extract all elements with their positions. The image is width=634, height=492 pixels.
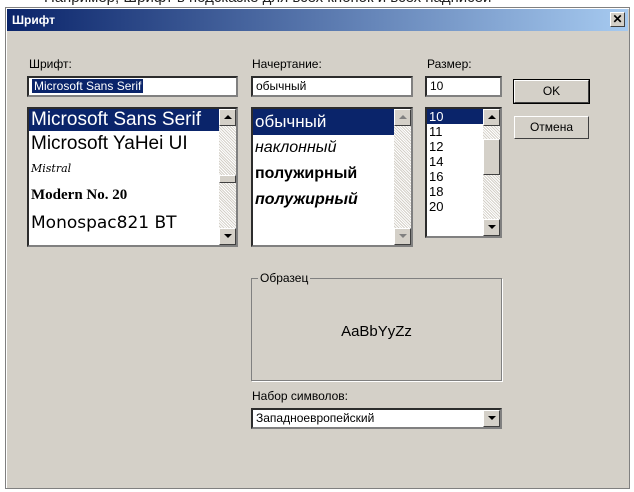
font-list-item[interactable]: Modern No. 20 — [29, 181, 219, 209]
font-name-value: Microsoft Sans Serif — [32, 79, 144, 93]
scroll-up-arrow-icon[interactable] — [483, 109, 500, 126]
scroll-up-arrow-icon[interactable] — [219, 109, 236, 126]
font-name-input[interactable]: Microsoft Sans Serif — [27, 76, 238, 97]
title-bar[interactable]: Шрифт ✕ — [7, 9, 628, 31]
scroll-down-arrow-icon[interactable] — [219, 228, 236, 245]
size-list-item[interactable]: 20 — [427, 199, 483, 214]
font-list[interactable]: Microsoft Sans Serif Microsoft YaHei UI … — [27, 107, 238, 247]
size-label: Размер: — [427, 57, 472, 71]
style-input[interactable]: обычный — [251, 76, 413, 97]
dropdown-arrow-icon[interactable] — [483, 410, 500, 427]
font-list-item[interactable]: Microsoft YaHei UI — [29, 131, 219, 157]
size-list-item[interactable]: 12 — [427, 139, 483, 154]
style-list-items: обычный наклонный полужирный полужирный — [253, 109, 394, 245]
sample-text: AaBbYyZz — [341, 323, 412, 340]
size-list-item[interactable]: 11 — [427, 124, 483, 139]
size-input[interactable]: 10 — [425, 76, 502, 97]
cancel-button[interactable]: Отмена — [514, 116, 589, 139]
font-list-scroll-thumb[interactable] — [219, 175, 236, 183]
font-dialog: Шрифт ✕ Шрифт: Microsoft Sans Serif Micr… — [5, 7, 630, 489]
font-label: Шрифт: — [29, 57, 72, 71]
font-list-item[interactable]: Mistral — [29, 157, 219, 181]
size-list-scroll-thumb[interactable] — [483, 139, 500, 175]
style-list-item[interactable]: наклонный — [253, 135, 394, 161]
style-list-item[interactable]: полужирный — [253, 187, 394, 213]
font-list-item[interactable]: Monospac821 BT — [29, 209, 219, 237]
dialog-title: Шрифт — [12, 13, 55, 27]
font-list-item[interactable]: Microsoft Sans Serif — [29, 109, 219, 131]
font-list-items: Microsoft Sans Serif Microsoft YaHei UI … — [29, 109, 219, 245]
style-list-item[interactable]: обычный — [253, 109, 394, 135]
charset-value: Западноевропейский — [256, 411, 375, 425]
size-list-scrollbar[interactable] — [483, 109, 500, 236]
style-list-item[interactable]: полужирный — [253, 161, 394, 187]
size-list-item[interactable]: 14 — [427, 154, 483, 169]
style-list[interactable]: обычный наклонный полужирный полужирный — [251, 107, 413, 247]
size-list-item[interactable]: 18 — [427, 184, 483, 199]
scroll-down-arrow-icon[interactable] — [483, 219, 500, 236]
scroll-up-arrow-icon[interactable] — [394, 109, 411, 126]
sample-group: Образец AaBbYyZz — [251, 271, 502, 381]
scroll-down-arrow-icon[interactable] — [394, 228, 411, 245]
size-list-item[interactable]: 10 — [427, 109, 483, 124]
charset-select[interactable]: Западноевропейский — [251, 408, 502, 429]
style-list-scrollbar[interactable] — [394, 109, 411, 245]
size-list[interactable]: 10 11 12 14 16 18 20 — [425, 107, 502, 238]
size-list-item[interactable]: 16 — [427, 169, 483, 184]
style-label: Начертание: — [252, 57, 322, 71]
font-list-scrollbar[interactable] — [219, 109, 236, 245]
close-icon[interactable]: ✕ — [610, 12, 625, 27]
sample-group-label: Образец — [258, 271, 311, 285]
size-list-items: 10 11 12 14 16 18 20 — [427, 109, 483, 236]
ok-button[interactable]: OK — [513, 79, 590, 104]
charset-label: Набор символов: — [252, 389, 349, 403]
